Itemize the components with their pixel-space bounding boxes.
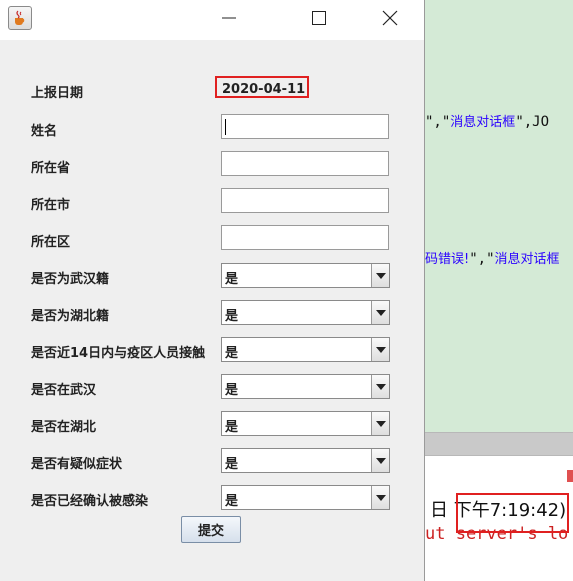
in-hubei-select[interactable]: 是 bbox=[221, 411, 390, 436]
code-line: 码错误!","消息对话框 bbox=[425, 248, 560, 267]
district-label: 所在区 bbox=[31, 235, 71, 250]
select-value: 是 bbox=[225, 309, 239, 324]
chevron-down-icon bbox=[375, 383, 386, 390]
select-value: 是 bbox=[225, 272, 239, 287]
chevron-down-icon bbox=[375, 346, 386, 353]
dropdown-button[interactable] bbox=[371, 449, 389, 472]
hubei-native-select[interactable]: 是 bbox=[221, 300, 390, 325]
code-string: 码错误! bbox=[425, 252, 470, 267]
close-button[interactable] bbox=[367, 0, 413, 36]
report-dialog: 上报日期 2020-04-11 姓名 所在省 所在市 所在区 是否为武汉籍 是 … bbox=[0, 0, 425, 581]
maximize-button[interactable] bbox=[296, 0, 342, 36]
field-label: 是否近14日内与疫区人员接触 bbox=[31, 346, 206, 361]
field-label: 是否在湖北 bbox=[31, 420, 97, 435]
error-marker bbox=[567, 470, 573, 482]
chevron-down-icon bbox=[375, 309, 386, 316]
field-label: 是否为湖北籍 bbox=[31, 309, 110, 324]
chevron-down-icon bbox=[375, 272, 386, 279]
chevron-down-icon bbox=[375, 420, 386, 427]
city-label: 所在市 bbox=[31, 198, 71, 213]
district-input[interactable] bbox=[221, 225, 389, 250]
dropdown-button[interactable] bbox=[371, 486, 389, 509]
province-label: 所在省 bbox=[31, 161, 71, 176]
select-value: 是 bbox=[225, 420, 239, 435]
java-cup-icon bbox=[8, 6, 32, 30]
panel-divider[interactable] bbox=[425, 432, 573, 456]
province-input[interactable] bbox=[221, 151, 389, 176]
confirmed-infected-select[interactable]: 是 bbox=[221, 485, 390, 510]
city-input[interactable] bbox=[221, 188, 389, 213]
minimize-button[interactable] bbox=[206, 0, 252, 36]
dropdown-button[interactable] bbox=[371, 375, 389, 398]
code-text: ",JO bbox=[515, 114, 550, 130]
date-highlight bbox=[215, 76, 309, 98]
select-value: 是 bbox=[225, 457, 239, 472]
close-icon bbox=[382, 10, 398, 26]
code-text: "," bbox=[469, 251, 495, 267]
maximize-icon bbox=[312, 11, 326, 25]
field-label: 是否有疑似症状 bbox=[31, 457, 123, 472]
submit-button[interactable]: 提交 bbox=[181, 516, 241, 543]
text-caret bbox=[225, 119, 226, 135]
code-string: 消息对话框 bbox=[450, 115, 516, 130]
chevron-down-icon bbox=[375, 494, 386, 501]
contact-14-days-select[interactable]: 是 bbox=[221, 337, 390, 362]
timestamp-highlight bbox=[456, 493, 569, 533]
name-label: 姓名 bbox=[31, 124, 58, 139]
name-input[interactable] bbox=[221, 114, 389, 139]
field-label: 是否已经确认被感染 bbox=[31, 494, 149, 509]
wuhan-native-select[interactable]: 是 bbox=[221, 263, 390, 288]
report-date-label: 上报日期 bbox=[31, 86, 84, 101]
dropdown-button[interactable] bbox=[371, 301, 389, 324]
code-text: "," bbox=[425, 114, 451, 130]
select-value: 是 bbox=[225, 494, 239, 509]
dropdown-button[interactable] bbox=[371, 264, 389, 287]
code-string: 消息对话框 bbox=[494, 252, 560, 267]
symptoms-select[interactable]: 是 bbox=[221, 448, 390, 473]
title-bar bbox=[0, 0, 424, 40]
code-line: ","消息对话框",JO bbox=[425, 111, 549, 130]
dropdown-button[interactable] bbox=[371, 338, 389, 361]
select-value: 是 bbox=[225, 346, 239, 361]
field-label: 是否为武汉籍 bbox=[31, 272, 110, 287]
select-value: 是 bbox=[225, 383, 239, 398]
dropdown-button[interactable] bbox=[371, 412, 389, 435]
minimize-icon bbox=[222, 17, 236, 19]
in-wuhan-select[interactable]: 是 bbox=[221, 374, 390, 399]
field-label: 是否在武汉 bbox=[31, 383, 97, 398]
chevron-down-icon bbox=[375, 457, 386, 464]
